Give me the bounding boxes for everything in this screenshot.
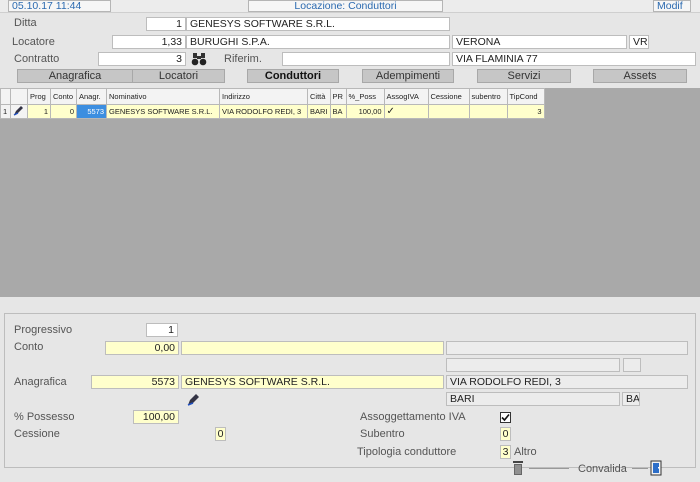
contratto-address-field: VIA FLAMINIA 77 [452,52,696,66]
subentro-label: Subentro [360,428,405,440]
col-header-conto[interactable]: Conto [50,88,77,105]
table-row[interactable]: 1 1 0 5573 GENESYS SOFTWARE S.R.L. VIA R… [0,104,545,119]
cell-tipcond[interactable]: 3 [506,104,545,119]
contratto-label: Contratto [14,53,60,65]
locatore-city-field: VERONA [452,35,627,49]
ditta-name-field: GENESYS SOFTWARE S.R.L. [186,17,450,31]
cell-pr[interactable]: BA [329,104,347,119]
mode-indicator: Modif [653,0,691,12]
conduttori-table: Prog Conto Anagr. Nominativo Indirizzo C… [0,88,545,119]
grid-corner-cell [0,88,11,105]
riferim-field[interactable] [282,52,450,66]
edit-pen-icon[interactable] [186,393,200,407]
divider-line-right [632,468,648,469]
col-header-assogiva[interactable]: AssogIVA [383,88,429,105]
grid-header-row: Prog Conto Anagr. Nominativo Indirizzo C… [0,88,545,105]
date-time: 05.10.17 11:44 [8,0,111,12]
tab-servizi[interactable]: Servizi [477,69,571,83]
convalida-label: Convalida [578,463,627,475]
ditta-label: Ditta [14,17,37,29]
conduttori-grid: Prog Conto Anagr. Nominativo Indirizzo C… [0,88,700,297]
convalida-door-icon[interactable] [650,460,662,476]
tab-assets[interactable]: Assets [593,69,687,83]
anagrafica-address-field: VIA RODOLFO REDI, 3 [446,375,688,389]
locatore-label: Locatore [12,36,55,48]
locatore-code-field[interactable]: 1,33 [112,35,186,49]
possesso-label: % Possesso [14,411,75,423]
progressivo-label: Progressivo [14,324,73,336]
col-header-cessione[interactable]: Cessione [427,88,470,105]
anagrafica-city-field: BARI [446,392,620,406]
riferim-label: Riferim. [224,53,262,65]
col-header-indirizzo[interactable]: Indirizzo [219,88,308,105]
cell-citta[interactable]: BARI [307,104,331,119]
tab-locatori[interactable]: Locatori [132,69,225,83]
blank-field-2 [623,358,641,372]
subentro-field[interactable]: 0 [500,427,511,441]
cell-conto[interactable]: 0 [50,104,77,119]
row-number: 1 [0,104,11,119]
anagrafica-code-field[interactable]: 5573 [91,375,179,389]
cessione-field[interactable]: 0 [215,427,226,441]
tipologia-desc: Altro [514,446,537,458]
edit-pen-icon[interactable] [10,104,28,119]
cell-poss[interactable]: 100,00 [345,104,385,119]
grid-edit-header [10,88,28,105]
assoggettamento-checkbox[interactable] [500,412,511,423]
assoggettamento-label: Assoggettamento IVA [360,411,466,423]
cell-indirizzo[interactable]: VIA RODOLFO REDI, 3 [219,104,308,119]
binoculars-icon[interactable] [191,52,207,66]
cell-prog[interactable]: 1 [27,104,51,119]
detail-panel [4,313,696,468]
progressivo-field[interactable]: 1 [146,323,178,337]
anagrafica-label: Anagrafica [14,376,67,388]
col-header-citta[interactable]: Città [307,88,331,105]
tipologia-field[interactable]: 3 [500,445,511,459]
conto-extra-field [446,341,688,355]
col-header-anagr[interactable]: Anagr. [76,88,107,105]
conto-label: Conto [14,341,44,353]
cell-anagr[interactable]: 5573 [76,104,107,119]
locatore-prov-field: VR [629,35,649,49]
anagrafica-name-field: GENESYS SOFTWARE S.R.L. [181,375,444,389]
col-header-prog[interactable]: Prog [27,88,51,105]
cell-assogiva[interactable]: ✓ [383,104,429,119]
contratto-code-field[interactable]: 3 [98,52,186,66]
cell-subentro[interactable] [468,104,508,119]
divider-line-left [529,468,569,469]
locatore-name-field: BURUGHI S.P.A. [186,35,450,49]
cell-cessione[interactable] [427,104,470,119]
ditta-code-field[interactable]: 1 [146,17,186,31]
cessione-label: Cessione [14,428,60,440]
conto-desc-field [181,341,444,355]
anagrafica-prov-field: BA [622,392,640,406]
tipologia-label: Tipologia conduttore [357,446,457,458]
cell-nominativo[interactable]: GENESYS SOFTWARE S.R.L. [106,104,220,119]
col-header-subentro[interactable]: subentro [468,88,508,105]
conto-field[interactable]: 0,00 [105,341,179,355]
possesso-field[interactable]: 100,00 [133,410,179,424]
col-header-poss[interactable]: %_Poss [345,88,385,105]
tab-anagrafica[interactable]: Anagrafica [17,69,133,83]
tab-conduttori[interactable]: Conduttori [247,69,339,83]
trash-icon[interactable] [511,460,525,476]
tab-adempimenti[interactable]: Adempimenti [362,69,454,83]
col-header-pr[interactable]: PR [329,88,347,105]
window-title: Locazione: Conduttori [248,0,443,12]
col-header-tipcond[interactable]: TipCond [506,88,545,105]
col-header-nominativo[interactable]: Nominativo [106,88,220,105]
blank-field-1 [446,358,620,372]
